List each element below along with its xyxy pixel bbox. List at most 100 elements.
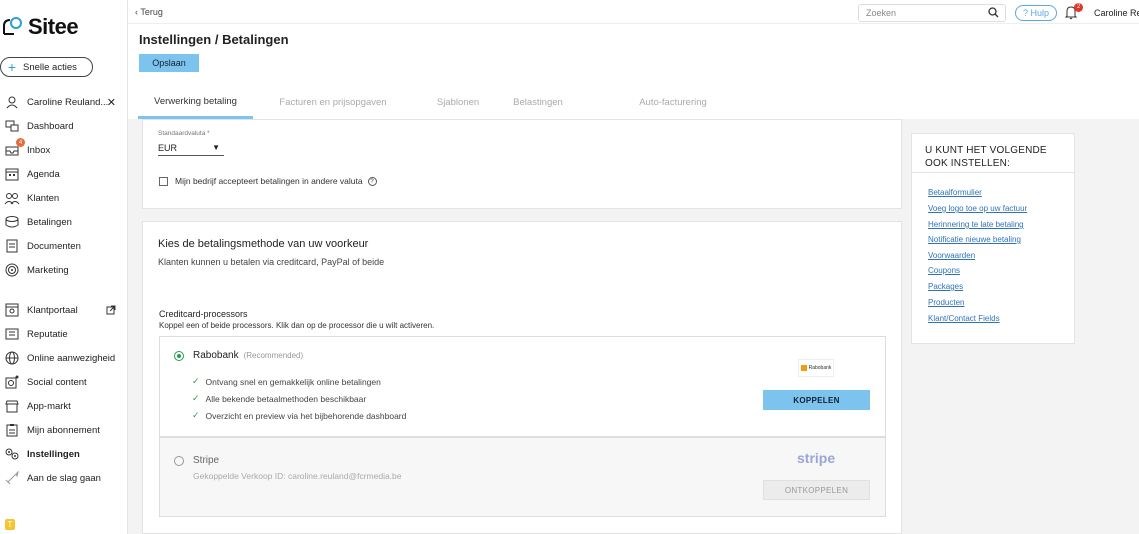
save-button[interactable]: Opslaan xyxy=(139,54,199,72)
sidebar-item-label: Aan de slag gaan xyxy=(27,472,101,484)
cc-processors-title: Creditcard-processors xyxy=(159,309,248,319)
sidebar-item-marketing[interactable]: Marketing xyxy=(0,260,128,280)
tab-auto-facturering[interactable]: Auto-facturering xyxy=(628,86,718,119)
currency-label: Standaardvaluta * xyxy=(158,130,210,137)
tab-belastingen[interactable]: Belastingen xyxy=(498,86,578,119)
back-link[interactable]: ‹ Terug xyxy=(135,7,163,17)
also-configure-panel: U KUNT HET VOLGENDE OOK INSTELLEN: Betaa… xyxy=(911,133,1075,344)
link-voorwaarden[interactable]: Voorwaarden xyxy=(928,251,975,260)
sidebar-item-label: App-markt xyxy=(27,400,71,412)
payment-method-card: Kies de betalingsmethode van uw voorkeur… xyxy=(142,221,902,534)
stripe-processor[interactable]: Stripe Gekoppelde Verkoop ID: caroline.r… xyxy=(159,437,886,517)
sidebar-item-label: Dashboard xyxy=(27,120,74,132)
sidebar-item-online-aanwezigheid[interactable]: Online aanwezigheid xyxy=(0,348,128,368)
sidebar-item-mijn-abonnement[interactable]: Mijn abonnement xyxy=(0,420,128,440)
sidebar-item-instellingen[interactable]: Instellingen xyxy=(0,444,128,464)
sidebar-item-label: Reputatie xyxy=(27,328,68,340)
sidebar-item-betalingen[interactable]: Betalingen xyxy=(0,212,128,232)
link-betaalformulier[interactable]: Betaalformulier xyxy=(928,188,982,197)
rabobank-logo: Rabobank xyxy=(798,359,834,377)
dashboard-icon xyxy=(3,118,21,134)
sidebar-item-aan-de-slag[interactable]: Aan de slag gaan xyxy=(0,468,128,488)
tab-verwerking-betaling[interactable]: Verwerking betaling xyxy=(138,86,253,119)
currency-select[interactable]: EUR ▼ xyxy=(158,140,224,156)
sidebar-item-klanten[interactable]: Klanten xyxy=(0,188,128,208)
settings-icon xyxy=(3,446,21,462)
link-klant-contact-fields[interactable]: Klant/Contact Fields xyxy=(928,314,1000,323)
stripe-radio[interactable] xyxy=(174,456,184,466)
calendar-icon xyxy=(3,166,21,182)
sidebar-item-label: Caroline Reuland... xyxy=(27,96,109,108)
feature-text: Overzicht en preview via het bijbehorend… xyxy=(205,410,407,421)
tab-facturen[interactable]: Facturen en prijsopgaven xyxy=(268,86,398,119)
link-producten[interactable]: Producten xyxy=(928,298,964,307)
logo[interactable]: Sitee xyxy=(2,14,79,40)
sidebar-item-klantportaal[interactable]: Klantportaal xyxy=(0,300,128,320)
check-icon: ✓ xyxy=(192,376,200,386)
search-input[interactable]: Zoeken xyxy=(858,4,1006,22)
accept-other-currency-label: Mijn bedrijf accepteert betalingen in an… xyxy=(175,176,363,186)
sidebar-item-label: Inbox xyxy=(27,144,51,156)
tab-sjablonen[interactable]: Sjablonen xyxy=(428,86,488,119)
trial-icon[interactable]: T xyxy=(5,519,15,530)
currency-card: Standaardvaluta * EUR ▼ Mijn bedrijf acc… xyxy=(142,119,902,209)
caret-down-icon: ▼ xyxy=(212,143,220,152)
close-icon[interactable]: ✕ xyxy=(107,96,116,109)
sidebar-item-label: Instellingen xyxy=(27,448,80,460)
link-herinnering[interactable]: Herinnering te late betaling xyxy=(928,220,1024,229)
help-button[interactable]: ? Hulp xyxy=(1015,5,1057,21)
rabobank-radio[interactable] xyxy=(174,351,184,361)
quick-actions-label: Snelle acties xyxy=(23,61,77,73)
payment-method-title: Kies de betalingsmethode van uw voorkeur xyxy=(158,238,369,250)
external-link-icon[interactable] xyxy=(106,305,116,315)
accept-other-currency-row: Mijn bedrijf accepteert betalingen in an… xyxy=(159,176,377,186)
notifications-badge: 2 xyxy=(1074,3,1083,12)
sidebar-item-app-markt[interactable]: App-markt xyxy=(0,396,128,416)
stripe-name: Stripe xyxy=(193,455,220,466)
rabobank-mark-icon xyxy=(800,365,807,371)
sidebar-item-label: Marketing xyxy=(27,264,69,276)
link-packages[interactable]: Packages xyxy=(928,282,963,291)
feature-item: ✓ Overzicht en preview via het bijbehoren… xyxy=(192,410,406,421)
clients-icon xyxy=(3,190,21,206)
payments-icon xyxy=(3,214,21,230)
topbar: ‹ Terug Zoeken ? Hulp 2 Caroline Re xyxy=(128,0,1139,24)
disconnect-button[interactable]: ONTKOPPELEN xyxy=(763,480,870,500)
sidebar-item-dashboard[interactable]: Dashboard xyxy=(0,116,128,136)
search-placeholder: Zoeken xyxy=(866,8,897,18)
rabobank-logo-text: Rabobank xyxy=(808,365,832,371)
check-icon: ✓ xyxy=(192,410,200,420)
connect-button[interactable]: KOPPELEN xyxy=(763,390,870,410)
stripe-connected-id: Gekoppelde Verkoop ID: caroline.reuland@… xyxy=(193,471,402,481)
sidebar-item-label: Social content xyxy=(27,376,87,388)
subscription-icon xyxy=(3,422,21,438)
stripe-logo: stripe xyxy=(797,450,836,466)
page-header: Instellingen / Betalingen Opslaan Verwer… xyxy=(128,24,1139,119)
sidebar-item-social-content[interactable]: Social content xyxy=(0,372,128,392)
quick-actions-button[interactable]: + Snelle acties xyxy=(0,57,93,77)
search-icon[interactable] xyxy=(988,7,999,18)
link-coupons[interactable]: Coupons xyxy=(928,266,960,275)
sidebar-item-user[interactable]: Caroline Reuland... ✕ xyxy=(0,92,128,112)
rocket-icon xyxy=(3,470,21,486)
sidebar-item-documenten[interactable]: Documenten xyxy=(0,236,128,256)
inbox-icon: 4 xyxy=(3,138,25,158)
sidebar-item-label: Online aanwezigheid xyxy=(27,352,116,364)
notifications-bell-icon[interactable]: 2 xyxy=(1064,3,1083,21)
rabobank-name: Rabobank xyxy=(193,350,239,361)
sitee-logo-icon xyxy=(2,16,24,38)
sidebar-item-inbox[interactable]: 4 Inbox xyxy=(0,138,128,160)
user-menu[interactable]: Caroline Re xyxy=(1094,8,1139,18)
rabobank-processor[interactable]: Rabobank (Recommended) ✓ Ontvang snel en g… xyxy=(159,336,886,437)
plus-icon: + xyxy=(7,59,17,75)
portal-icon xyxy=(3,302,21,318)
rabobank-name-row: Rabobank (Recommended) xyxy=(193,350,303,361)
sidebar-item-agenda[interactable]: Agenda xyxy=(0,164,128,184)
sidebar-item-reputatie[interactable]: Reputatie xyxy=(0,324,128,344)
help-icon[interactable]: ? xyxy=(367,176,377,186)
feature-item: ✓ Alle bekende betaalmethoden beschikbaar xyxy=(192,393,366,404)
feature-text: Alle bekende betaalmethoden beschikbaar xyxy=(205,393,367,404)
accept-other-currency-checkbox[interactable] xyxy=(159,176,168,186)
link-notificatie[interactable]: Notificatie nieuwe betaling xyxy=(928,235,1021,244)
link-logo-factuur[interactable]: Voeg logo toe op uw factuur xyxy=(928,204,1027,213)
